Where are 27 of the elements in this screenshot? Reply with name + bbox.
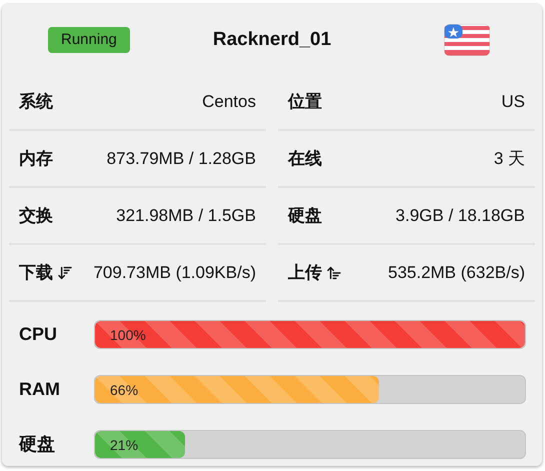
stat-label: 系统 (19, 90, 53, 113)
stat-value: 709.73MB (1.09KB/s) (93, 262, 256, 284)
stat-label: 在线 (288, 148, 322, 170)
stat-value: 3 天 (494, 148, 525, 170)
stat-value: 321.98MB / 1.5GB (116, 204, 256, 227)
flag-icon (444, 24, 490, 56)
stat-label: 上传 (288, 262, 322, 284)
progress-reading: 21% (110, 436, 138, 455)
server-name: Racknerd_01 (212, 28, 332, 52)
stat-label: 内存 (19, 148, 53, 170)
status-badge: Running (48, 26, 130, 54)
stat-label: 位置 (288, 90, 322, 113)
stat-value: US (501, 90, 525, 113)
progress-reading: 66% (110, 381, 138, 400)
stat-value: 535.2MB (632B/s) (388, 262, 525, 284)
stat-value: Centos (202, 90, 256, 113)
stat-value: 873.79MB / 1.28GB (106, 148, 256, 170)
meter-label: RAM (19, 378, 61, 401)
stat-label: 下载 (19, 262, 53, 284)
stat-value: 3.9GB / 18.18GB (396, 204, 525, 227)
progress-reading: 100% (110, 326, 146, 345)
meter-label: CPU (19, 323, 58, 346)
meter-label: 硬盘 (19, 433, 56, 456)
stat-label: 交换 (19, 204, 53, 227)
sort-ascending-icon (326, 264, 342, 280)
stat-label: 硬盘 (288, 204, 322, 227)
sort-descending-icon (57, 264, 73, 280)
